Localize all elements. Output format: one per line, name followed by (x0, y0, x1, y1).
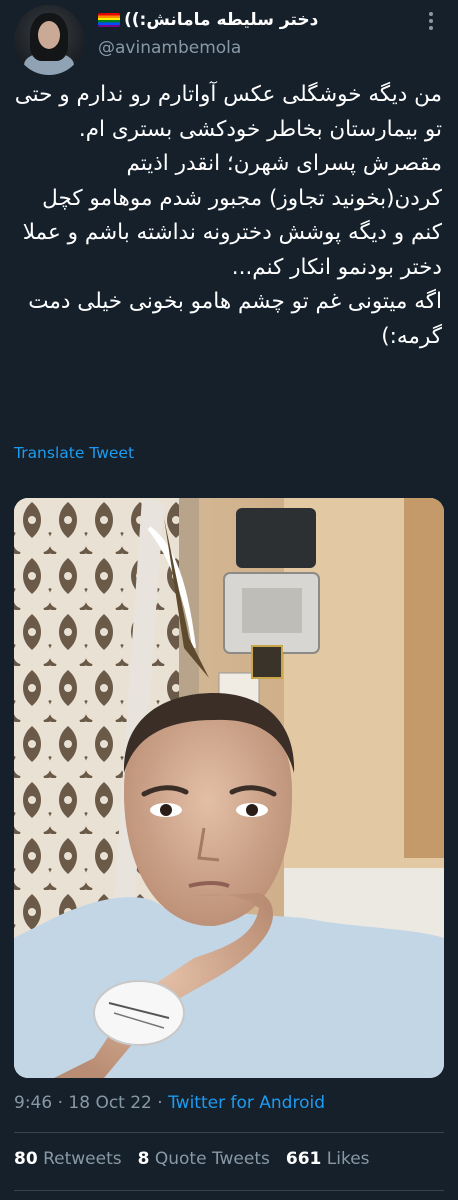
author-display-name[interactable]: دختر سلیطه مامانش:)) (124, 10, 318, 30)
tweet-text: من دیگه خوشگلی عکس آواتارم رو ندارم و حت… (14, 78, 442, 354)
avatar[interactable] (14, 5, 84, 75)
selfie-photo (14, 498, 444, 1078)
rainbow-flag-icon (98, 13, 120, 27)
tweet-paragraph: من دیگه خوشگلی عکس آواتارم رو ندارم و حت… (14, 82, 442, 142)
tweet-photo[interactable] (14, 498, 444, 1078)
tweet-metadata: 9:46 · 18 Oct 22 · Twitter for Android (14, 1093, 325, 1113)
likes-count: 661 (285, 1149, 322, 1169)
tweet-paragraph: اگه میتونی غم تو چشم هامو بخونی خیلی دمت… (28, 289, 442, 349)
divider (14, 1132, 444, 1133)
quote-tweets-count: 8 (137, 1149, 150, 1169)
author-name-row[interactable]: دختر سلیطه مامانش:)) (98, 10, 318, 30)
quote-tweets-stat[interactable]: 8 Quote Tweets (138, 1149, 270, 1169)
likes-stat[interactable]: 661 Likes (286, 1149, 370, 1169)
retweets-label: Retweets (43, 1149, 122, 1169)
tweet-time[interactable]: 9:46 (14, 1093, 52, 1113)
more-options-icon[interactable] (424, 10, 438, 30)
meta-separator: · (157, 1093, 163, 1113)
tweet-date[interactable]: 18 Oct 22 (68, 1093, 151, 1113)
retweets-stat[interactable]: 80 Retweets (14, 1149, 122, 1169)
divider (14, 1190, 444, 1191)
tweet-source-link[interactable]: Twitter for Android (168, 1093, 325, 1113)
quote-tweets-label: Quote Tweets (154, 1149, 270, 1169)
tweet-paragraph: مقصرش پسرای شهرن؛ انقدر اذیتم کردن(بخونی… (22, 151, 442, 280)
meta-separator: · (57, 1093, 63, 1113)
tweet-header: دختر سلیطه مامانش:)) @avinambemola (0, 0, 458, 78)
retweets-count: 80 (14, 1149, 38, 1169)
translate-tweet-link[interactable]: Translate Tweet (14, 444, 134, 462)
engagement-stats: 80 Retweets 8 Quote Tweets 661 Likes (14, 1149, 370, 1169)
likes-label: Likes (326, 1149, 370, 1169)
author-handle[interactable]: @avinambemola (98, 38, 241, 58)
